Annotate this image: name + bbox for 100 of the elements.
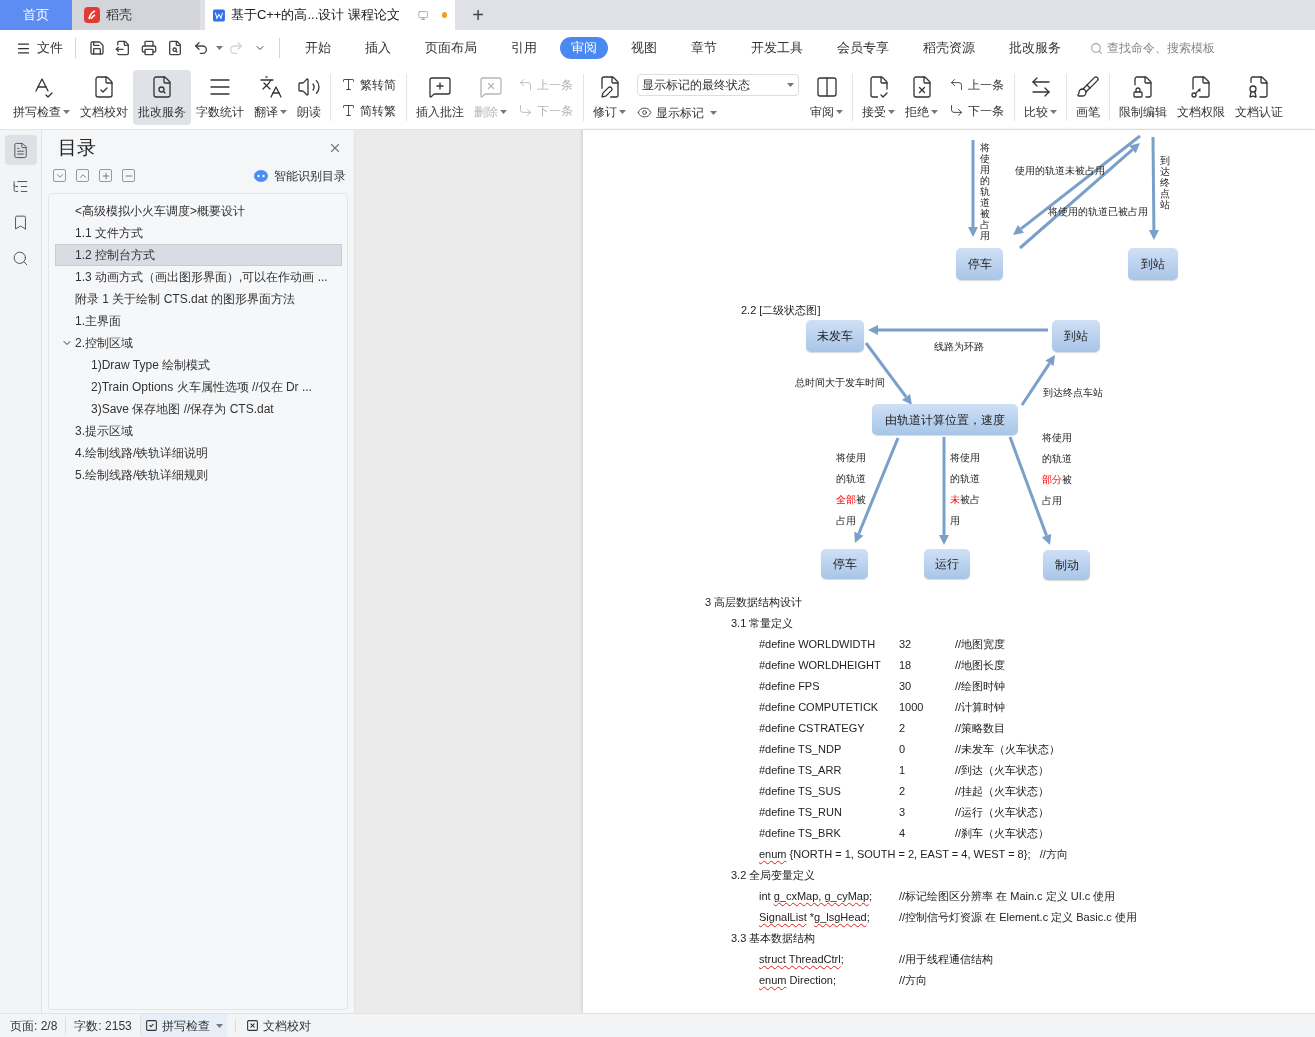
constant-name: #define TS_RUN (759, 805, 843, 820)
ribbon-tab[interactable]: 开发工具 (740, 37, 814, 59)
undo-icon[interactable] (193, 40, 209, 56)
monitor-icon (417, 8, 429, 22)
ribbon-tab[interactable]: 会员专享 (826, 37, 900, 59)
toolbar-button[interactable]: 批改服务 (133, 70, 191, 125)
toolbar-button[interactable]: 文档认证 (1230, 70, 1288, 125)
code-comment: //到达（火车状态） (955, 763, 1050, 778)
toc-item[interactable]: 5.绘制线路/铁轨详细规则 (55, 463, 342, 486)
ribbon-tab[interactable]: 稻壳资源 (912, 37, 986, 59)
toc-item[interactable]: 1.2 控制台方式 (55, 243, 342, 266)
toolbar-small-button[interactable]: 上一条 (949, 75, 1004, 94)
word-count: 字数: 2153 (66, 1016, 141, 1035)
code-line: int g_cxMap, g_cyMap; (759, 889, 874, 904)
toolbar-button[interactable]: 画笔 (1071, 70, 1105, 125)
sidebar-rail-button[interactable] (4, 135, 37, 165)
toolbar-small-button[interactable]: 显示标记 (637, 103, 799, 122)
toolbar-button[interactable]: 朗读 (292, 70, 326, 125)
toolbar-button[interactable]: 比较 (1019, 70, 1062, 125)
new-tab-button[interactable]: + (463, 0, 493, 30)
smart-toc-button[interactable]: 智能识别目录 (254, 166, 346, 185)
section-heading: 3 高层数据结构设计 (705, 596, 803, 608)
toolbar-button[interactable]: 字数统计 (191, 70, 249, 125)
toc-item[interactable]: 3)Save 保存地图 //保存为 CTS.dat (55, 397, 342, 420)
caret-icon (836, 109, 843, 114)
toolbar-button[interactable]: 插入批注 (411, 70, 469, 125)
toc-item[interactable]: 2.控制区域 (55, 331, 342, 354)
plus-icon[interactable] (99, 169, 112, 182)
caret-icon (619, 109, 626, 114)
constant-value: 1000 (899, 700, 925, 715)
toolbar-button[interactable]: 审阅 (805, 70, 848, 125)
toolbar-small-button[interactable]: 下一条 (949, 101, 1004, 120)
constant-name: #define CSTRATEGY (759, 721, 866, 736)
toc-item[interactable]: 1.3 动画方式（画出图形界面）,可以在作动画 ... (55, 265, 342, 288)
save-icon[interactable] (89, 40, 105, 56)
toolbar-button[interactable]: 翻译 (249, 70, 292, 125)
translate-icon (258, 74, 283, 99)
app-tab[interactable]: 稻壳 (72, 0, 200, 30)
document-tab[interactable]: 基于C++的高...设计 课程论文 (205, 0, 455, 30)
markup-icon (637, 105, 652, 120)
toolbar-small-button[interactable]: 繁转简 (341, 75, 396, 94)
search-field[interactable]: 查找命令、搜索模板 (1090, 39, 1247, 57)
caret-icon (280, 109, 287, 114)
toc-item[interactable]: 2)Train Options 火车属性选项 //仅在 Dr ... (55, 375, 342, 398)
constant-value: 3 (899, 805, 907, 820)
arrow-label: 将使用的轨道 部分被占用 (1042, 431, 1073, 508)
code-line: enum {NORTH = 1, SOUTH = 2, EAST = 4, WEST = 8}; //方向 (759, 847, 1068, 862)
code-comment: //计算时钟 (955, 700, 1006, 715)
ribbon-tab[interactable]: 插入 (354, 37, 402, 59)
print-icon[interactable] (141, 40, 157, 56)
code-comment: //地图长度 (955, 658, 1006, 673)
code-comment: //用于线程通信结构 (899, 952, 994, 967)
toc-item[interactable]: 3.提示区域 (55, 419, 342, 442)
ribbon-tab[interactable]: 页面布局 (414, 37, 488, 59)
ribbon-tab[interactable]: 开始 (294, 37, 342, 59)
constant-name: #define COMPUTETICK (759, 700, 880, 715)
code-line: enum Direction; (759, 973, 838, 988)
toolbar-button[interactable]: 拼写检查 (8, 70, 75, 125)
toolbar-button[interactable]: 拒绝 (900, 70, 943, 125)
panel-title: 目录 (58, 136, 96, 160)
ribbon-tab[interactable]: 批改服务 (998, 37, 1072, 59)
constant-value: 0 (899, 742, 907, 757)
state-node: 由轨道计算位置，速度 (872, 404, 1018, 435)
toolbar-button[interactable]: 文档权限 (1172, 70, 1230, 125)
ribbon-tab[interactable]: 章节 (680, 37, 728, 59)
state-node: 停车 (821, 549, 868, 579)
arrow-label: 使用的轨道未被占用 (1015, 164, 1105, 178)
ribbon-tab[interactable]: 视图 (620, 37, 668, 59)
markup-dropdown[interactable]: 显示标记的最终状态 (637, 73, 799, 96)
constant-value: 2 (899, 784, 907, 799)
collapse-icon[interactable] (53, 169, 66, 182)
minus-icon[interactable] (122, 169, 135, 182)
toc-item[interactable]: <高级模拟小火车调度>概要设计 (55, 199, 342, 222)
caret-icon (216, 46, 223, 50)
spell-check-button[interactable]: 拼写检查 (140, 1014, 227, 1037)
toc-item[interactable]: 1.1 文件方式 (55, 221, 342, 244)
toolbar-button[interactable]: 修订 (588, 70, 631, 125)
toolbar-button[interactable]: 限制编辑 (1114, 70, 1172, 125)
caret-icon (63, 109, 70, 114)
proofread-button[interactable]: 文档校对 (243, 1016, 313, 1035)
preview-icon[interactable] (167, 40, 183, 56)
toolbar-button[interactable]: 接受 (857, 70, 900, 125)
text-convert-icon (341, 103, 356, 118)
robot-icon (254, 169, 268, 182)
toc-item[interactable]: 4.绘制线路/铁轨详细说明 (55, 441, 342, 464)
toc-item[interactable]: 1)Draw Type 绘制模式 (55, 353, 342, 376)
toc-item[interactable]: 附录 1 关于绘制 CTS.dat 的图形界面方法 (55, 287, 342, 310)
comment-add-icon (428, 74, 452, 99)
export-icon[interactable] (115, 40, 131, 56)
toolbar-button[interactable]: 文档校对 (75, 70, 133, 125)
toc-item[interactable]: 1.主界面 (55, 309, 342, 332)
code-comment: //刹车（火车状态） (955, 826, 1050, 841)
state-node: 到站 (1052, 320, 1100, 352)
file-menu-button[interactable]: 文件 (12, 38, 67, 58)
state-node: 制动 (1043, 550, 1090, 580)
constant-value: 4 (899, 826, 907, 841)
expand-icon[interactable] (76, 169, 89, 182)
constant-value: 32 (899, 637, 913, 652)
ribbon-tab[interactable]: 引用 (500, 37, 548, 59)
toolbar-small-button[interactable]: 简转繁 (341, 101, 396, 120)
